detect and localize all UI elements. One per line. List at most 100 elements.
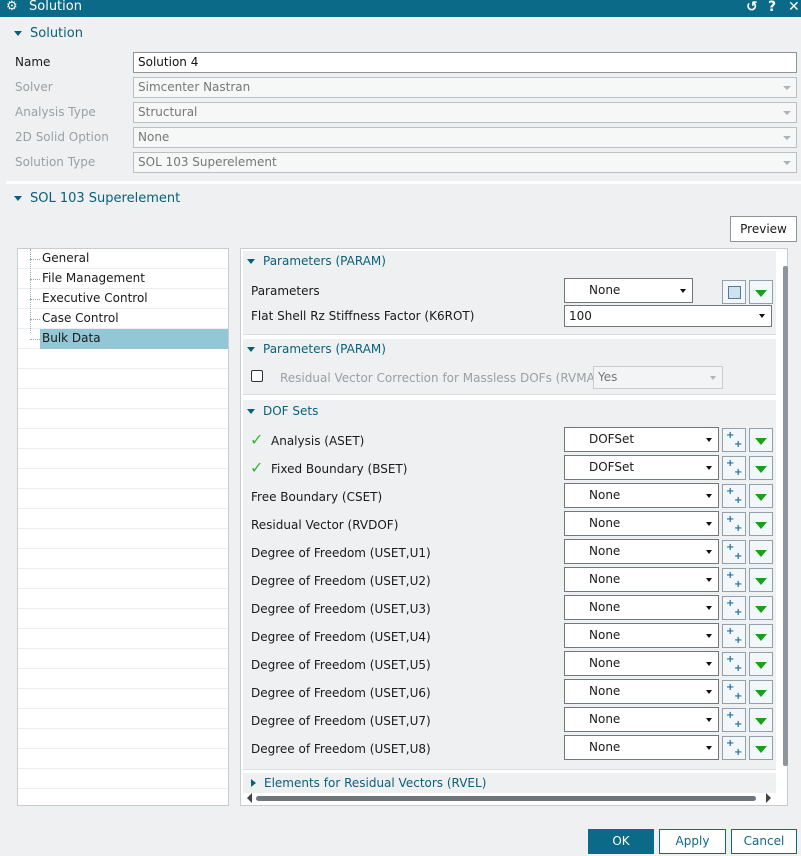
dof-set-select[interactable]: DOFSet [564, 427, 719, 452]
add-dofset-icon[interactable]: + + [722, 512, 746, 536]
dropdown-menu-icon[interactable] [749, 736, 773, 760]
add-dofset-icon[interactable]: + + [722, 680, 746, 704]
collapse-caret-icon [14, 195, 22, 201]
rvel-title: Elements for Residual Vectors (RVEL) [264, 776, 487, 790]
dof-set-select[interactable]: None [564, 483, 719, 508]
parameters-select-value: None [589, 283, 621, 297]
reset-icon[interactable]: ↺ [746, 0, 758, 15]
scroll-left-icon[interactable] [247, 793, 252, 803]
tree-row-line [18, 489, 228, 509]
plus-glyph: + [734, 607, 743, 618]
cancel-button[interactable]: Cancel [731, 829, 797, 854]
add-dofset-icon[interactable]: + + [722, 428, 746, 452]
field-value: SOL 103 Superelement [138, 155, 277, 169]
close-icon[interactable]: ✕ [788, 0, 800, 15]
add-dofset-icon[interactable]: + + [722, 484, 746, 508]
tree-item-executive-control[interactable]: Executive Control [40, 289, 228, 309]
dropdown-menu-icon[interactable] [749, 428, 773, 452]
tree-row-line [18, 689, 228, 709]
dropdown-menu-icon[interactable] [749, 540, 773, 564]
dof-set-select[interactable]: None [564, 511, 719, 536]
rvel-header[interactable]: Elements for Residual Vectors (RVEL) [251, 773, 486, 793]
add-dofset-icon[interactable]: + + [722, 568, 746, 592]
window-title: Solution [29, 0, 82, 14]
vertical-scrollbar[interactable] [783, 266, 788, 766]
k6rot-select[interactable]: 100 [564, 305, 772, 327]
add-dofset-icon[interactable]: + + [722, 624, 746, 648]
dof-set-select[interactable]: None [564, 595, 719, 620]
preview-button[interactable]: Preview [730, 216, 797, 242]
solution-section-header[interactable]: Solution [14, 23, 83, 43]
dof-set-select[interactable]: None [564, 707, 719, 732]
tree-row-line [18, 509, 228, 529]
tree-row-line [18, 349, 228, 369]
parameter-list-icon[interactable] [722, 280, 746, 304]
tree-row-line [18, 669, 228, 689]
horizontal-scrollbar[interactable] [256, 796, 756, 801]
k6rot-select-value: 100 [569, 309, 592, 323]
scroll-right-icon[interactable] [766, 793, 771, 803]
add-dofset-icon[interactable]: + + [722, 736, 746, 760]
dropdown-menu-icon[interactable] [749, 484, 773, 508]
chevron-down-icon [706, 634, 712, 638]
dropdown-menu-icon[interactable] [749, 280, 773, 304]
rvmass-checkbox[interactable] [251, 370, 263, 382]
add-dofset-icon[interactable]: + + [722, 456, 746, 480]
dof-set-select[interactable]: None [564, 623, 719, 648]
tree-item-case-control[interactable]: Case Control [40, 309, 228, 329]
field-value: Simcenter Nastran [138, 80, 251, 94]
sol103-section-header[interactable]: SOL 103 Superelement [14, 188, 180, 208]
dropdown-menu-icon[interactable] [749, 624, 773, 648]
dof-set-select[interactable]: DOFSet [564, 455, 719, 480]
dropdown-menu-icon[interactable] [749, 680, 773, 704]
param-group-1-header[interactable]: Parameters (PARAM) [247, 251, 386, 271]
chevron-down-icon [706, 606, 712, 610]
dropdown-menu-icon[interactable] [749, 708, 773, 732]
field-value: None [138, 130, 170, 144]
tree-item-file-management[interactable]: File Management [40, 269, 228, 289]
dof-set-select[interactable]: None [564, 735, 719, 760]
dof-sets-title: DOF Sets [263, 404, 319, 418]
param-group-2-header[interactable]: Parameters (PARAM) [247, 339, 386, 359]
disabled-select: Structural [133, 102, 797, 123]
tree-item-bulk-data[interactable]: Bulk Data [40, 329, 228, 349]
dof-row-label: Degree of Freedom (USET,U7) [251, 714, 431, 728]
solution-section-title: Solution [30, 25, 83, 41]
dof-set-select[interactable]: None [564, 651, 719, 676]
green-arrow-glyph [755, 634, 767, 641]
apply-button[interactable]: Apply [659, 829, 726, 854]
dof-set-select-value: None [589, 572, 621, 586]
name-input[interactable]: Solution 4 [133, 52, 797, 73]
add-dofset-icon[interactable]: + + [722, 596, 746, 620]
dof-sets-header[interactable]: DOF Sets [247, 401, 318, 421]
dropdown-menu-icon[interactable] [749, 652, 773, 676]
tree-connector [30, 299, 40, 300]
chevron-down-icon [783, 111, 791, 115]
add-dofset-icon[interactable]: + + [722, 708, 746, 732]
collapse-caret-icon [247, 346, 255, 352]
dof-set-select[interactable]: None [564, 567, 719, 592]
dof-set-select[interactable]: None [564, 539, 719, 564]
chevron-down-icon [706, 522, 712, 526]
dropdown-menu-icon[interactable] [749, 456, 773, 480]
tree-item-general[interactable]: General [40, 249, 228, 269]
tree-row-line [18, 749, 228, 769]
parameters-select[interactable]: None [564, 278, 693, 303]
dropdown-menu-icon[interactable] [749, 512, 773, 536]
dof-set-select[interactable]: None [564, 679, 719, 704]
help-icon[interactable]: ? [768, 0, 776, 15]
add-dofset-icon[interactable]: + + [722, 540, 746, 564]
field-label: Name [15, 55, 51, 69]
plus-glyph: + [734, 495, 743, 506]
green-arrow-glyph [755, 522, 767, 529]
dof-row-label: Residual Vector (RVDOF) [251, 518, 399, 532]
dropdown-menu-icon[interactable] [749, 596, 773, 620]
ok-button[interactable]: OK [588, 829, 654, 854]
field-label: Solution Type [15, 155, 96, 169]
dof-set-select-value: None [589, 544, 621, 558]
collapse-caret-icon [247, 408, 255, 414]
chevron-down-icon [759, 314, 765, 318]
add-dofset-icon[interactable]: + + [722, 652, 746, 676]
sol103-section-title: SOL 103 Superelement [30, 190, 181, 206]
dropdown-menu-icon[interactable] [749, 568, 773, 592]
